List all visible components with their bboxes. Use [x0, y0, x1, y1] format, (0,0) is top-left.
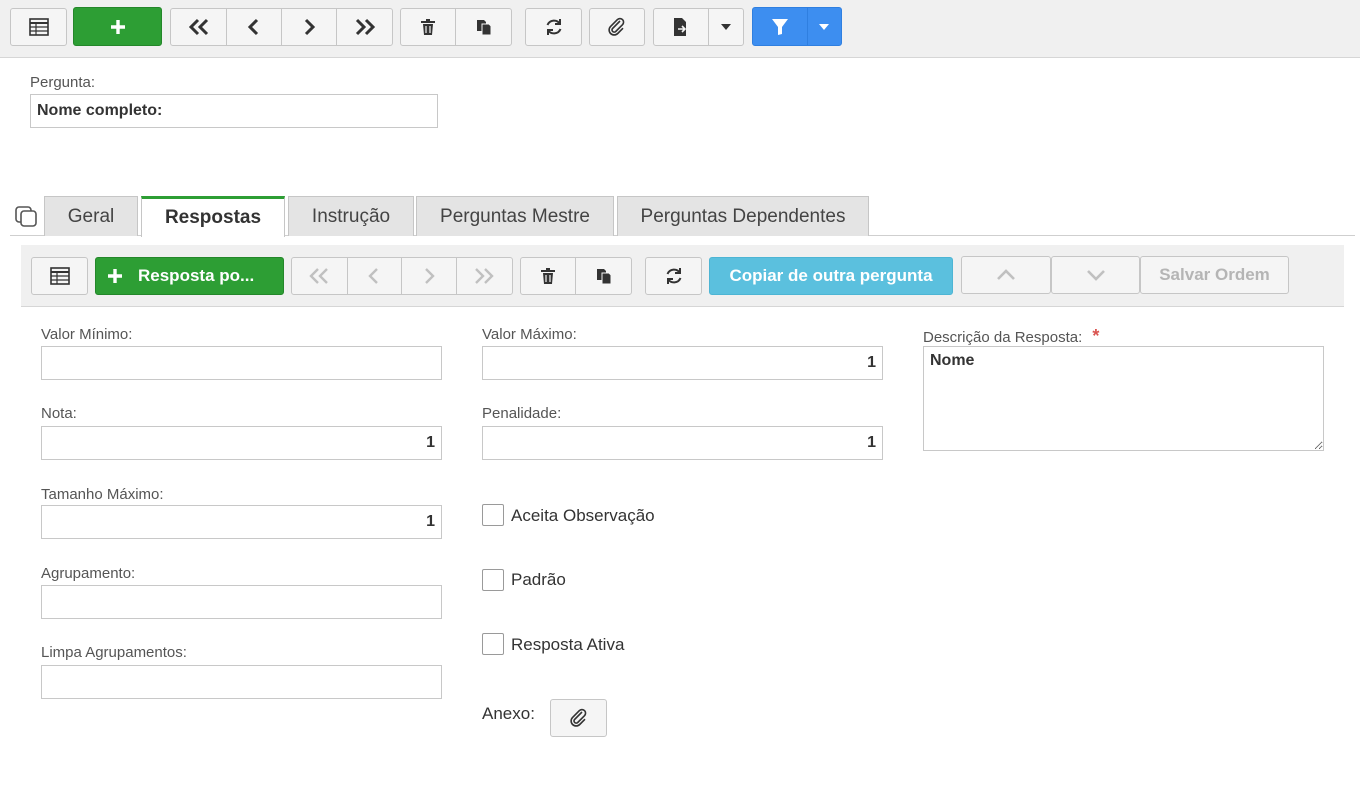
resposta-delete-button[interactable] [521, 258, 577, 294]
refresh-icon [664, 266, 684, 286]
descricao-resposta-textarea[interactable]: Nome [923, 346, 1324, 451]
chevron-down-icon [1086, 269, 1106, 281]
last-record-button[interactable] [337, 9, 392, 45]
descricao-resposta-label: Descrição da Resposta: * [923, 326, 1099, 347]
resposta-refresh-button[interactable] [645, 257, 702, 295]
copy-tab-icon[interactable] [14, 205, 38, 227]
required-asterisk: * [1092, 326, 1100, 346]
refresh-icon [544, 17, 564, 37]
tab-instrucao[interactable]: Instrução [288, 196, 414, 236]
caret-down-icon [819, 23, 830, 30]
tab-perguntas-mestre[interactable]: Perguntas Mestre [416, 196, 614, 236]
caret-down-icon [720, 24, 731, 30]
chevron-up-icon [996, 269, 1016, 281]
resposta-ativa-label: Resposta Ativa [511, 635, 625, 654]
export-dropdown-button[interactable] [709, 9, 743, 45]
export-button[interactable] [654, 9, 709, 45]
limpa-agrupamentos-label: Limpa Agrupamentos: [41, 644, 187, 661]
move-up-button[interactable] [961, 256, 1051, 294]
valor-minimo-label: Valor Mínimo: [41, 326, 133, 343]
valor-maximo-field[interactable]: 1 [482, 346, 883, 380]
resposta-ativa-checkbox[interactable] [482, 633, 504, 655]
plus-icon [109, 18, 127, 36]
duplicate-button[interactable] [456, 9, 511, 45]
plus-icon [106, 267, 124, 285]
tamanho-maximo-field[interactable]: 1 [41, 505, 442, 539]
add-button[interactable] [73, 7, 162, 46]
respostas-grid-button[interactable] [31, 257, 88, 295]
padrao-checkbox[interactable] [482, 569, 504, 591]
chevron-right-icon [302, 18, 316, 36]
copy-icon [595, 267, 613, 285]
table-icon [28, 18, 49, 36]
penalidade-label: Penalidade: [482, 405, 562, 422]
chevron-left-icon [367, 267, 381, 285]
paperclip-icon [607, 17, 627, 37]
pergunta-label: Pergunta: [30, 74, 96, 91]
nota-label: Nota: [41, 405, 77, 422]
refresh-button[interactable] [525, 8, 582, 46]
descricao-resposta-label-text: Descrição da Resposta: [923, 329, 1083, 346]
next-record-button[interactable] [282, 9, 337, 45]
filter-button[interactable] [753, 8, 808, 45]
resposta-duplicate-button[interactable] [576, 258, 631, 294]
navigation-group [170, 8, 393, 46]
trash-icon [540, 267, 556, 285]
anexo-button[interactable] [550, 699, 607, 737]
valor-maximo-label: Valor Máximo: [482, 326, 577, 343]
double-chevron-left-icon [308, 267, 330, 285]
double-chevron-right-icon [354, 18, 376, 36]
add-resposta-label: Resposta po... [138, 266, 255, 285]
anexo-label: Anexo: [482, 704, 535, 723]
export-group [653, 8, 744, 46]
tab-perguntas-dependentes[interactable]: Perguntas Dependentes [617, 196, 869, 236]
agrupamento-label: Agrupamento: [41, 565, 136, 582]
filter-group [752, 7, 842, 46]
pergunta-field[interactable]: Nome completo: [30, 94, 438, 128]
padrao-label: Padrão [511, 570, 566, 589]
filter-dropdown-button[interactable] [808, 8, 841, 45]
chevron-left-icon [247, 18, 261, 36]
previous-record-button[interactable] [227, 9, 282, 45]
respostas-toolbar: Resposta po... Copiar de outra pergunta … [21, 245, 1344, 307]
double-chevron-right-icon [473, 267, 495, 285]
edit-group [400, 8, 512, 46]
copy-icon [475, 18, 493, 36]
delete-button[interactable] [401, 9, 457, 45]
filter-icon [771, 18, 789, 36]
respostas-edit-group [520, 257, 632, 295]
aceita-observacao-label: Aceita Observação [511, 506, 655, 525]
resposta-first-button[interactable] [292, 258, 348, 294]
respostas-navigation-group [291, 257, 513, 295]
tamanho-maximo-label: Tamanho Máximo: [41, 486, 164, 503]
resposta-next-button[interactable] [402, 258, 457, 294]
agrupamento-field[interactable] [41, 585, 442, 619]
export-icon [672, 17, 690, 37]
aceita-observacao-checkbox[interactable] [482, 504, 504, 526]
resposta-prev-button[interactable] [348, 258, 402, 294]
salvar-ordem-button[interactable]: Salvar Ordem [1140, 256, 1289, 294]
penalidade-field[interactable]: 1 [482, 426, 883, 460]
move-down-button[interactable] [1051, 256, 1140, 294]
tab-geral[interactable]: Geral [44, 196, 138, 236]
paperclip-icon [569, 708, 589, 728]
attachment-button[interactable] [589, 8, 645, 46]
copiar-de-outra-pergunta-button[interactable]: Copiar de outra pergunta [709, 257, 953, 295]
grid-view-button[interactable] [10, 8, 67, 46]
first-record-button[interactable] [171, 9, 227, 45]
double-chevron-left-icon [188, 18, 210, 36]
add-resposta-button[interactable]: Resposta po... [95, 257, 284, 295]
trash-icon [420, 18, 436, 36]
limpa-agrupamentos-field[interactable] [41, 665, 442, 699]
valor-minimo-field[interactable] [41, 346, 442, 380]
table-icon [49, 267, 70, 285]
chevron-right-icon [422, 267, 436, 285]
main-toolbar [0, 0, 1360, 58]
resposta-last-button[interactable] [457, 258, 512, 294]
nota-field[interactable]: 1 [41, 426, 442, 460]
tab-respostas[interactable]: Respostas [141, 196, 285, 237]
